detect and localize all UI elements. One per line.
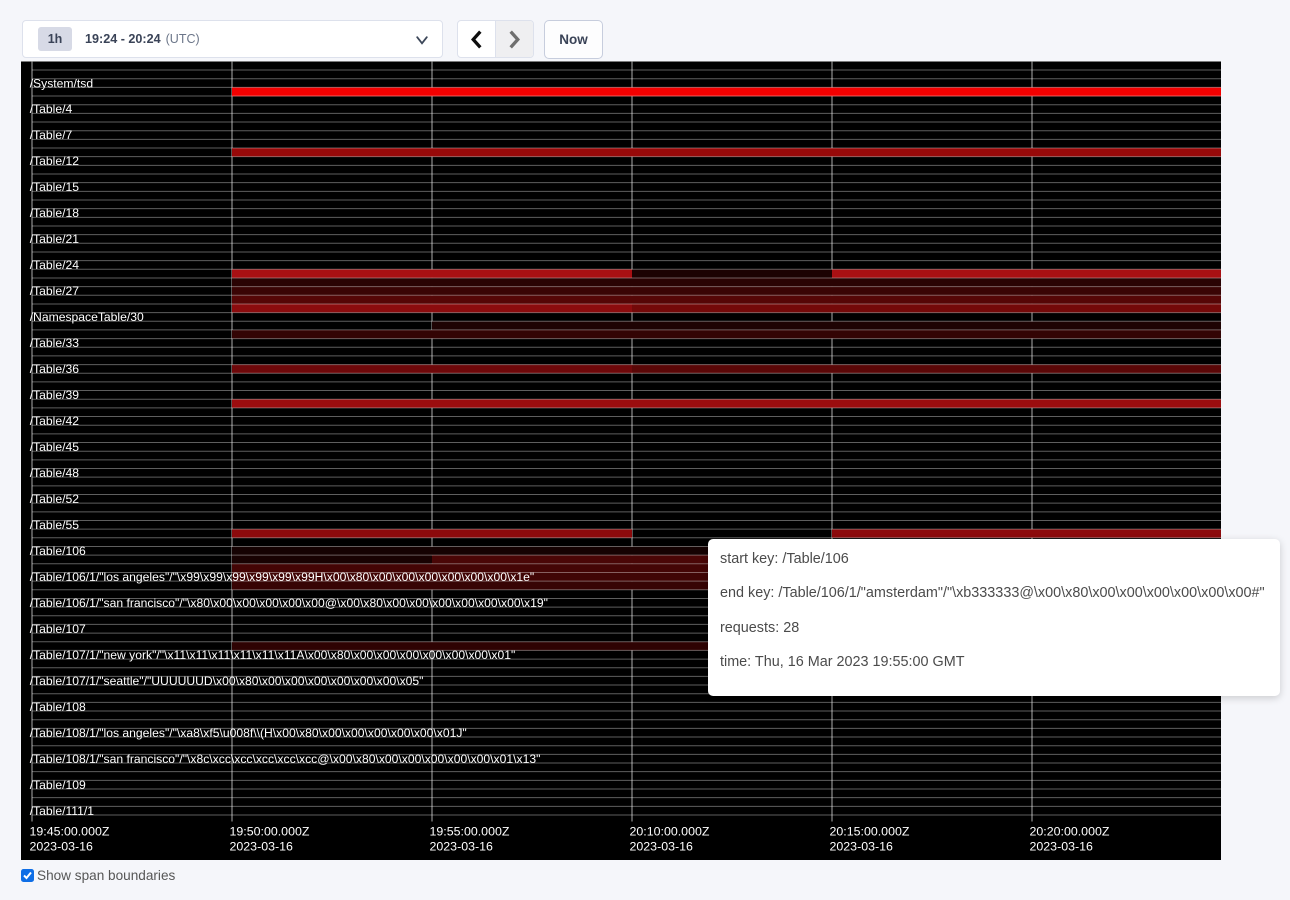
svg-text:/Table/12: /Table/12 <box>30 154 80 168</box>
svg-text:/Table/48: /Table/48 <box>30 466 80 480</box>
svg-text:/Table/108/1/"san francisco"/": /Table/108/1/"san francisco"/"\x8c\xcc\x… <box>30 752 541 766</box>
svg-text:/Table/107/1/"seattle"/"UUUUUU: /Table/107/1/"seattle"/"UUUUUUD\x00\x80\… <box>30 674 424 688</box>
svg-text:20:20:00.000Z: 20:20:00.000Z <box>1030 825 1110 839</box>
svg-text:/Table/45: /Table/45 <box>30 440 80 454</box>
svg-text:/Table/107: /Table/107 <box>30 622 86 636</box>
svg-text:/Table/39: /Table/39 <box>30 388 80 402</box>
svg-text:/Table/109: /Table/109 <box>30 778 86 792</box>
svg-text:/Table/106/1/"san francisco"/": /Table/106/1/"san francisco"/"\x80\x00\x… <box>30 596 548 610</box>
svg-text:/Table/18: /Table/18 <box>30 206 80 220</box>
svg-text:/NamespaceTable/30: /NamespaceTable/30 <box>30 310 144 324</box>
svg-text:19:55:00.000Z: 19:55:00.000Z <box>430 825 510 839</box>
svg-text:/Table/24: /Table/24 <box>30 258 80 272</box>
svg-text:/Table/42: /Table/42 <box>30 414 80 428</box>
svg-text:2023-03-16: 2023-03-16 <box>830 840 893 854</box>
svg-text:/Table/4: /Table/4 <box>30 102 73 116</box>
svg-text:/Table/21: /Table/21 <box>30 232 80 246</box>
svg-text:19:50:00.000Z: 19:50:00.000Z <box>230 825 310 839</box>
svg-text:/Table/55: /Table/55 <box>30 518 80 532</box>
svg-text:/Table/108: /Table/108 <box>30 700 86 714</box>
svg-text:/Table/106/1/"los angeles"/"\x: /Table/106/1/"los angeles"/"\x99\x99\x99… <box>30 570 535 584</box>
svg-text:/Table/52: /Table/52 <box>30 492 80 506</box>
svg-text:/Table/33: /Table/33 <box>30 336 80 350</box>
svg-text:20:10:00.000Z: 20:10:00.000Z <box>630 825 710 839</box>
svg-text:/Table/108/1/"los angeles"/"\x: /Table/108/1/"los angeles"/"\xa8\xf5\u00… <box>30 726 467 740</box>
svg-text:/Table/7: /Table/7 <box>30 128 73 142</box>
svg-text:/Table/107/1/"new york"/"\x11\: /Table/107/1/"new york"/"\x11\x11\x11\x1… <box>30 648 516 662</box>
svg-text:/Table/36: /Table/36 <box>30 362 80 376</box>
svg-text:/Table/106: /Table/106 <box>30 544 86 558</box>
svg-text:2023-03-16: 2023-03-16 <box>230 840 293 854</box>
svg-text:2023-03-16: 2023-03-16 <box>630 840 693 854</box>
svg-text:2023-03-16: 2023-03-16 <box>1030 840 1093 854</box>
svg-text:/Table/27: /Table/27 <box>30 284 80 298</box>
svg-text:/System/tsd: /System/tsd <box>30 76 93 90</box>
svg-text:/Table/111/1: /Table/111/1 <box>30 804 95 818</box>
svg-text:2023-03-16: 2023-03-16 <box>30 840 93 854</box>
svg-text:/Table/15: /Table/15 <box>30 180 80 194</box>
svg-text:2023-03-16: 2023-03-16 <box>430 840 493 854</box>
svg-text:19:45:00.000Z: 19:45:00.000Z <box>30 825 110 839</box>
svg-text:20:15:00.000Z: 20:15:00.000Z <box>830 825 910 839</box>
